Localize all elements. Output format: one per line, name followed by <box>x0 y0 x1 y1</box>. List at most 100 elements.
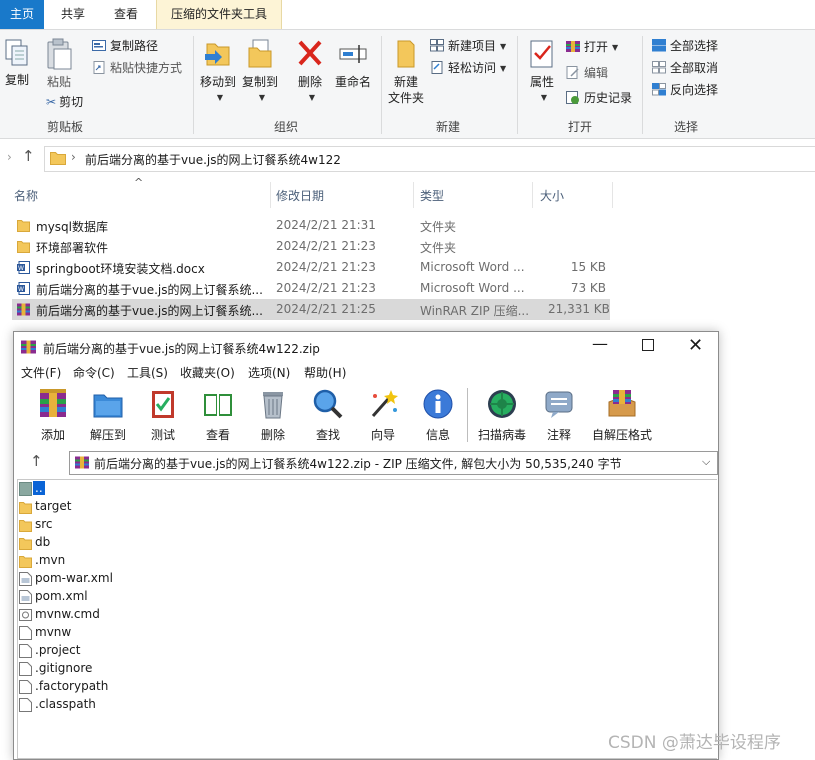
item-name: pom-war.xml <box>35 571 113 585</box>
folder-icon <box>17 241 30 253</box>
menu-favorites[interactable]: 收藏夹(O) <box>180 364 235 381</box>
copy-button[interactable]: 复制 <box>2 38 32 88</box>
list-item[interactable]: W 前后端分离的基于vue.js的网上订餐系统... 2024/2/21 21:… <box>12 278 610 299</box>
menu-bar: 文件(F) 命令(C) 工具(S) 收藏夹(O) 选项(N) 帮助(H) <box>14 362 718 382</box>
invert-selection-icon <box>652 83 666 96</box>
column-type[interactable]: 类型 <box>420 187 444 204</box>
chevron-down-icon: ▼ <box>612 43 619 52</box>
history-button[interactable]: 历史记录 <box>566 89 632 107</box>
file-date: 2024/2/21 21:25 <box>276 302 376 316</box>
move-to-button[interactable]: 移动到 ▼ <box>198 38 238 106</box>
list-item[interactable]: 环境部署软件 2024/2/21 21:23 文件夹 <box>12 236 610 257</box>
ribbon-separator <box>381 36 382 134</box>
file-type: Microsoft Word ... <box>420 281 525 295</box>
word-doc-icon: W <box>17 261 30 274</box>
select-all-button[interactable]: 全部选择 <box>652 37 718 55</box>
menu-commands[interactable]: 命令(C) <box>73 364 115 381</box>
chevron-right-icon[interactable]: › <box>7 150 12 164</box>
ribbon: 复制 粘贴 复制路径 粘贴快捷方式 ✂ 剪切 剪贴板 移动到 ▼ 复制到 ▼ 删除… <box>0 30 815 139</box>
file-icon <box>19 662 32 676</box>
menu-options[interactable]: 选项(N) <box>248 364 290 381</box>
copy-path-button[interactable]: 复制路径 <box>92 37 158 55</box>
properties-button[interactable]: 属性 ▼ <box>524 38 560 106</box>
address-bar[interactable]: › 前后端分离的基于vue.js的网上订餐系统4w122 <box>44 146 815 172</box>
open-button[interactable]: 打开 ▼ <box>566 38 618 56</box>
menu-tools[interactable]: 工具(S) <box>127 364 168 381</box>
tab-view[interactable]: 查看 <box>104 0 148 29</box>
breadcrumb-path[interactable]: 前后端分离的基于vue.js的网上订餐系统4w122 <box>85 151 341 168</box>
tab-share[interactable]: 共享 <box>52 0 94 29</box>
maximize-icon[interactable] <box>642 339 654 351</box>
folder-icon <box>19 502 32 514</box>
comment-label: 注释 <box>546 428 571 442</box>
select-none-button[interactable]: 全部取消 <box>652 59 718 77</box>
winrar-zip-icon <box>75 456 89 469</box>
column-date[interactable]: 修改日期 <box>276 187 324 204</box>
menu-file[interactable]: 文件(F) <box>21 364 61 381</box>
item-name: .mvn <box>35 553 66 567</box>
new-folder-button[interactable]: 新建 文件夹 <box>386 38 426 106</box>
svg-text:W: W <box>18 265 24 272</box>
winrar-title-bar[interactable]: 前后端分离的基于vue.js的网上订餐系统4w122.zip — ✕ <box>14 332 718 362</box>
select-none-icon <box>652 61 666 74</box>
new-item-button[interactable]: 新建项目 ▼ <box>430 37 506 55</box>
item-name: .project <box>35 643 81 657</box>
comment-icon <box>545 391 573 418</box>
list-item[interactable]: mysql数据库 2024/2/21 21:31 文件夹 <box>12 215 610 236</box>
delete-button[interactable]: 删除 ▼ <box>294 38 326 106</box>
rename-button[interactable]: 重命名 <box>332 38 374 90</box>
column-separator[interactable] <box>413 182 414 208</box>
cut-button[interactable]: ✂ 剪切 <box>46 93 83 111</box>
chevron-down-icon: ▼ <box>500 42 507 51</box>
column-separator[interactable] <box>270 182 271 208</box>
tab-home[interactable]: 主页 <box>0 0 44 29</box>
item-name: mvnw.cmd <box>35 607 100 621</box>
edit-button[interactable]: 编辑 <box>566 64 608 82</box>
minimize-icon[interactable]: — <box>592 334 608 353</box>
up-arrow-icon[interactable]: ↑ <box>30 452 43 470</box>
winrar-toolbar: 添加 解压到 测试 查看 删除 查找 向导 信息 扫描病毒 注释 自解压格式 <box>14 386 718 446</box>
extract-to-icon <box>93 394 123 418</box>
tab-compressed-folder-tools[interactable]: 压缩的文件夹工具 <box>156 0 282 29</box>
new-group-label: 新建 <box>435 120 460 134</box>
list-item-selected[interactable]: 前后端分离的基于vue.js的网上订餐系统... 2024/2/21 21:25… <box>12 299 610 320</box>
winrar-icon <box>566 41 580 52</box>
folder-icon <box>19 520 32 532</box>
column-size[interactable]: 大小 <box>540 187 564 204</box>
easy-access-button[interactable]: 轻松访问 ▼ <box>430 59 506 77</box>
xml-file-icon <box>19 572 32 586</box>
up-arrow-icon[interactable]: ↑ <box>22 147 35 165</box>
file-size: 21,331 KB <box>548 302 610 316</box>
item-name: src <box>35 517 53 531</box>
select-group-label: 选择 <box>673 120 698 134</box>
window-title: 前后端分离的基于vue.js的网上订餐系统4w122.zip <box>43 342 320 356</box>
file-size: 73 KB <box>570 281 606 295</box>
close-icon[interactable]: ✕ <box>688 335 703 356</box>
invert-selection-button[interactable]: 反向选择 <box>652 81 718 99</box>
list-item[interactable]: W springboot环境安装文档.docx 2024/2/21 21:23 … <box>12 257 610 278</box>
cut-label: 剪切 <box>59 95 84 109</box>
column-separator[interactable] <box>612 182 613 208</box>
item-name: mvnw <box>35 625 72 639</box>
select-none-label: 全部取消 <box>670 61 719 75</box>
file-type: 文件夹 <box>420 220 457 234</box>
edit-icon <box>566 66 579 79</box>
add-archive-icon <box>40 389 66 417</box>
copy-to-button[interactable]: 复制到 ▼ <box>240 38 280 106</box>
copy-path-label: 复制路径 <box>110 39 159 53</box>
paste-label: 粘贴 <box>46 75 71 89</box>
archive-path-combo[interactable]: 前后端分离的基于vue.js的网上订餐系统4w122.zip - ZIP 压缩文… <box>69 451 718 475</box>
move-to-label: 移动到 <box>199 75 236 89</box>
copy-icon <box>5 39 28 66</box>
item-name: .classpath <box>35 697 96 711</box>
column-separator[interactable] <box>532 182 533 208</box>
paste-button[interactable]: 粘贴 <box>44 38 74 90</box>
chevron-down-icon[interactable]: ⌵ <box>702 455 710 469</box>
archive-file-list: .. target src db .mvn pom-war.xml pom.xm… <box>17 479 717 759</box>
column-name[interactable]: 名称 <box>14 187 38 204</box>
sort-arrow-icon: ^ <box>134 176 144 189</box>
paste-shortcut-button[interactable]: 粘贴快捷方式 <box>92 59 182 77</box>
file-type: 文件夹 <box>420 241 457 255</box>
menu-help[interactable]: 帮助(H) <box>304 364 346 381</box>
select-all-icon <box>652 39 666 52</box>
